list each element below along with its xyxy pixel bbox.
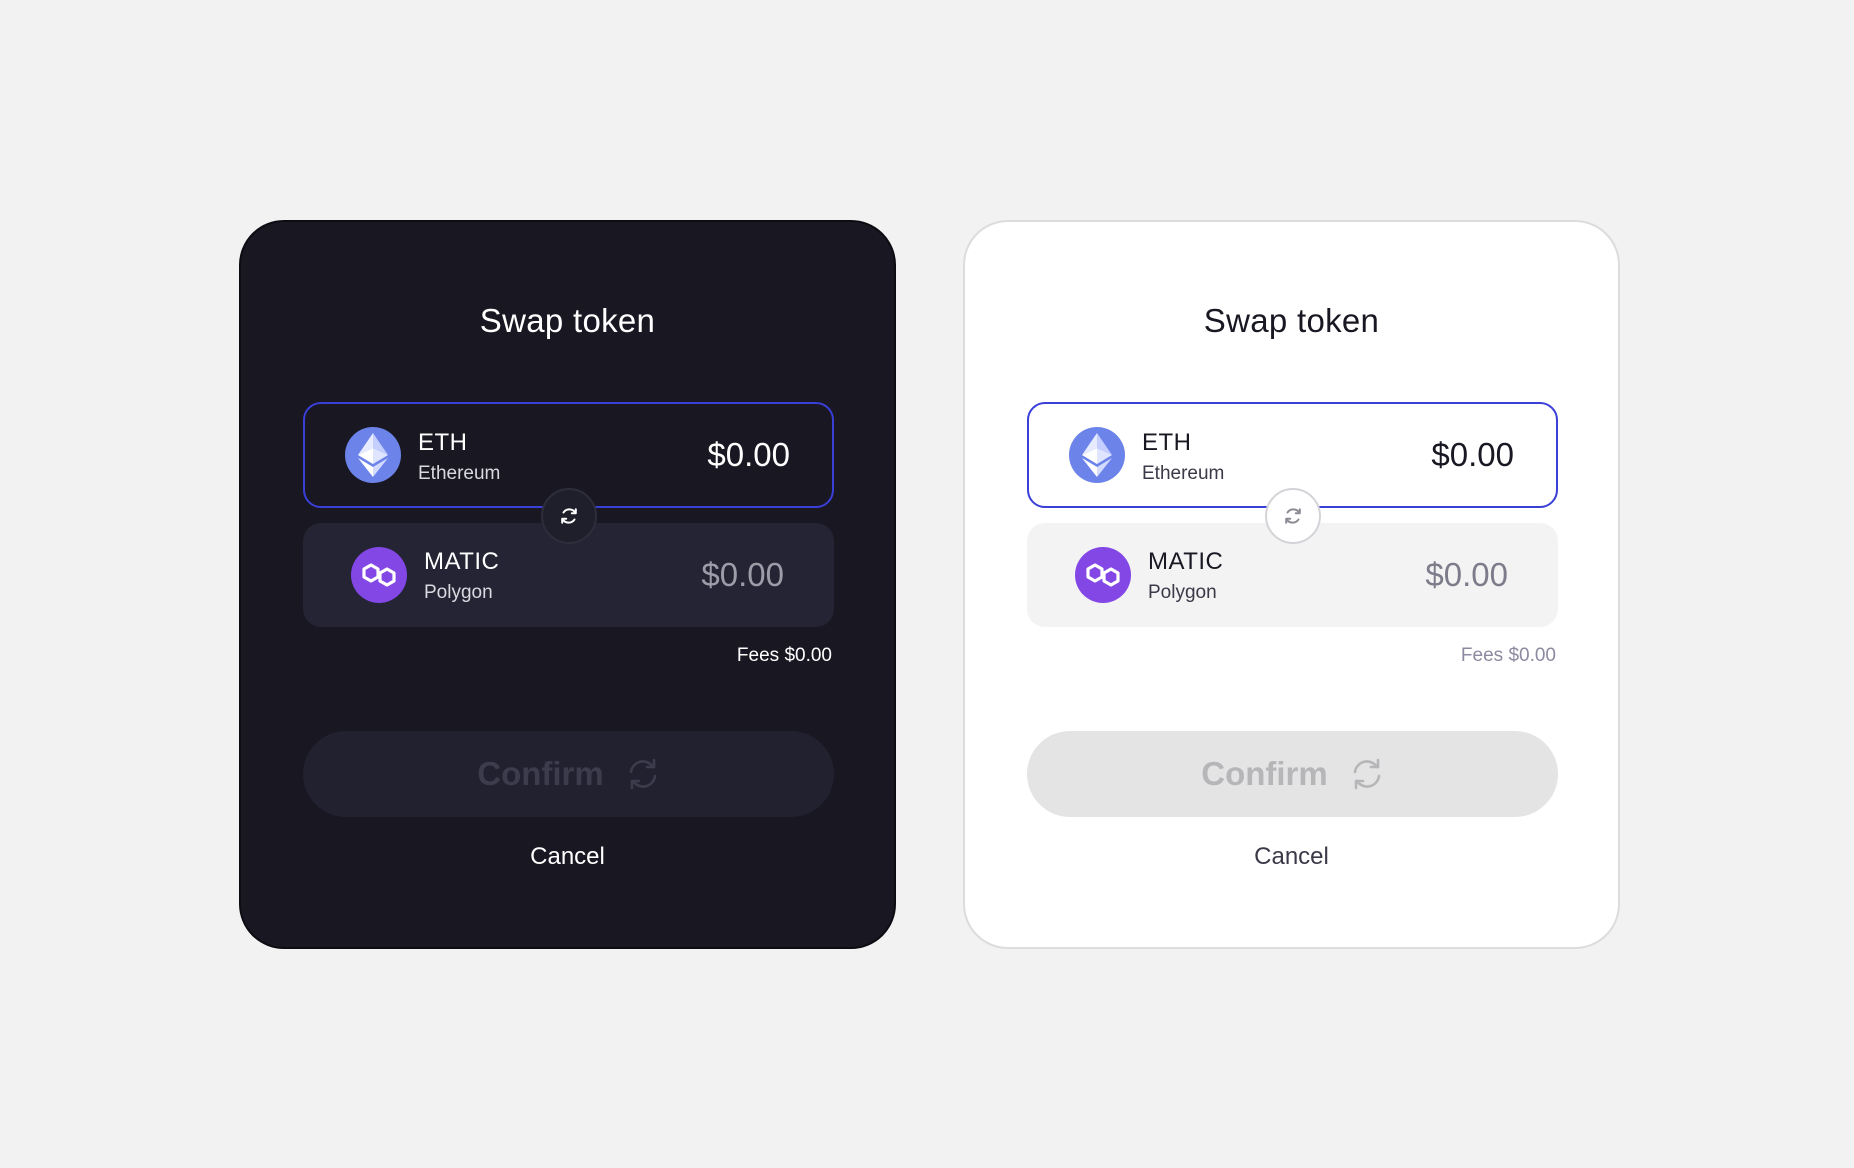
refresh-icon <box>629 758 657 790</box>
to-token-amount: $0.00 <box>701 556 784 593</box>
from-token-name: Ethereum <box>1142 463 1225 484</box>
swap-card-dark: Swap token ETH Ethereum $0.00 MATIC Poly… <box>239 220 896 949</box>
confirm-button-label: Confirm <box>477 755 604 792</box>
to-token-name: Polygon <box>424 582 493 603</box>
from-token-amount[interactable]: $0.00 <box>1431 436 1514 474</box>
ethereum-icon <box>1069 427 1125 483</box>
from-token-symbol: ETH <box>418 429 468 456</box>
polygon-icon <box>351 547 407 603</box>
from-token-symbol: ETH <box>1142 429 1192 456</box>
refresh-icon <box>1353 758 1381 790</box>
swap-direction-button[interactable] <box>1265 488 1321 544</box>
polygon-icon <box>1075 547 1131 603</box>
swap-card-light: Swap token ETH Ethereum $0.00 MATIC Poly… <box>963 220 1620 949</box>
to-token-symbol: MATIC <box>424 548 500 575</box>
card-title: Swap token <box>1203 302 1380 339</box>
confirm-button-label: Confirm <box>1201 755 1328 792</box>
confirm-button[interactable]: Confirm <box>303 731 834 817</box>
refresh-icon <box>1285 508 1301 524</box>
cancel-button[interactable]: Cancel <box>241 843 894 871</box>
from-token-amount[interactable]: $0.00 <box>707 436 790 474</box>
to-token-amount: $0.00 <box>1425 556 1508 593</box>
card-title: Swap token <box>479 302 656 339</box>
confirm-button[interactable]: Confirm <box>1027 731 1558 817</box>
ethereum-icon <box>345 427 401 483</box>
fees-label: Fees $0.00 <box>736 645 832 666</box>
refresh-icon <box>561 508 577 524</box>
swap-direction-button[interactable] <box>541 488 597 544</box>
to-token-symbol: MATIC <box>1148 548 1224 575</box>
from-token-name: Ethereum <box>418 463 501 484</box>
to-token-name: Polygon <box>1148 582 1217 603</box>
fees-label: Fees $0.00 <box>1460 645 1556 666</box>
cancel-button[interactable]: Cancel <box>965 843 1618 871</box>
